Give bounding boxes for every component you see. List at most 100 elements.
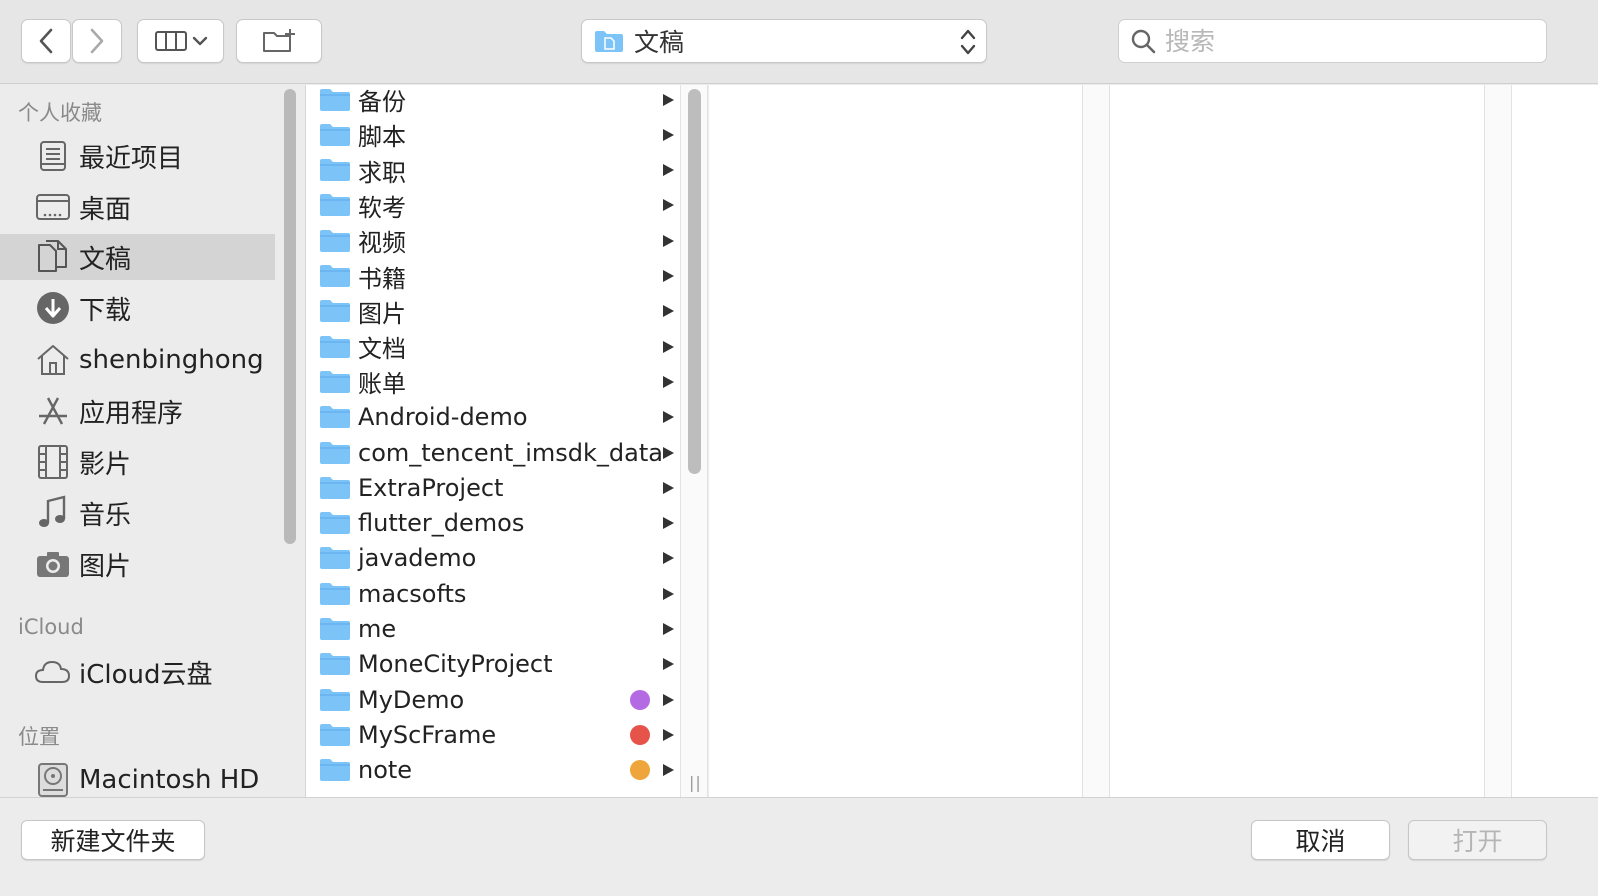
toolbar: 文稿 xyxy=(0,0,1598,84)
color-tag xyxy=(630,724,650,745)
disclosure-arrow-icon xyxy=(663,375,674,388)
file-name: Android-demo xyxy=(358,403,528,432)
list-item[interactable]: MyScFrame xyxy=(306,717,681,752)
sidebar-item-pictures[interactable]: 图片 xyxy=(0,541,275,587)
sidebar-item-label: 影片 xyxy=(79,449,132,480)
list-item[interactable]: ExtraProject xyxy=(306,470,681,505)
file-name: 视频 xyxy=(358,229,406,258)
list-item[interactable]: MyDemo xyxy=(306,682,681,717)
chevron-left-icon xyxy=(39,28,53,54)
list-item[interactable]: com_tencent_imsdk_data xyxy=(306,435,681,470)
locations-header: 位置 xyxy=(18,725,60,749)
list-item[interactable]: MoneCityProject xyxy=(306,647,681,682)
list-item[interactable]: 脚本 xyxy=(306,117,681,152)
list-item[interactable]: 文档 xyxy=(306,329,681,364)
disclosure-arrow-icon xyxy=(663,340,674,353)
sidebar-item-applications[interactable]: 应用程序 xyxy=(0,388,275,434)
folder-icon xyxy=(320,265,350,287)
list-item[interactable]: macsofts xyxy=(306,576,681,611)
folder-icon xyxy=(320,441,350,464)
list-item[interactable]: 软考 xyxy=(306,188,681,223)
folder-icon xyxy=(320,618,350,640)
list-item[interactable]: javademo xyxy=(306,541,681,576)
color-tag xyxy=(630,760,650,781)
disclosure-arrow-icon xyxy=(663,693,674,706)
camera-icon xyxy=(34,545,72,583)
file-name: note xyxy=(358,756,413,785)
search-input[interactable] xyxy=(1163,25,1527,57)
folder-icon xyxy=(320,159,350,182)
sidebar-scrollbar[interactable] xyxy=(284,89,296,544)
file-name: 软考 xyxy=(358,193,406,222)
sidebar-item-label: shenbinghong xyxy=(79,345,264,375)
back-button[interactable] xyxy=(21,19,71,63)
list-item[interactable]: note xyxy=(306,753,681,788)
disclosure-arrow-icon xyxy=(663,234,674,247)
list-item[interactable]: 图片 xyxy=(306,294,681,329)
sidebar-item-movies[interactable]: 影片 xyxy=(0,439,275,485)
list-item[interactable]: 账单 xyxy=(306,364,681,399)
sidebar-item-home[interactable]: shenbinghong xyxy=(0,337,275,383)
list-item[interactable]: 备份 xyxy=(306,85,681,117)
sidebar-item-documents[interactable]: 文稿 xyxy=(0,234,275,280)
list-item[interactable]: 书籍 xyxy=(306,259,681,294)
folder-icon xyxy=(320,476,350,499)
cancel-button[interactable]: 取消 xyxy=(1251,820,1390,860)
applications-icon xyxy=(34,392,72,430)
list-item[interactable]: 视频 xyxy=(306,223,681,258)
disclosure-arrow-icon xyxy=(663,93,674,106)
view-mode-button[interactable] xyxy=(137,19,224,63)
forward-button[interactable] xyxy=(72,19,122,63)
disclosure-arrow-icon xyxy=(663,728,674,741)
new-folder-icon xyxy=(263,29,295,52)
column-2-scrollbar-track[interactable] xyxy=(1082,85,1110,797)
folder-icon xyxy=(320,653,350,676)
sidebar-item-label: 最近项目 xyxy=(79,143,184,174)
chevron-right-icon xyxy=(90,28,104,54)
sidebar-item-desktop[interactable]: 桌面 xyxy=(0,184,275,230)
sidebar-item-music[interactable]: 音乐 xyxy=(0,490,275,536)
disclosure-arrow-icon xyxy=(663,128,674,141)
disclosure-arrow-icon xyxy=(663,199,674,212)
sidebar-item-label: iCloud云盘 xyxy=(79,659,213,690)
list-item[interactable]: flutter_demos xyxy=(306,506,681,541)
folder-icon xyxy=(320,123,350,146)
column-3-scrollbar-track[interactable] xyxy=(1484,85,1512,797)
path-label: 文稿 xyxy=(634,28,685,57)
file-name: 求职 xyxy=(358,158,406,187)
file-name: com_tencent_imsdk_data xyxy=(358,438,663,467)
sidebar-item-macintosh-hd[interactable]: Macintosh HD xyxy=(0,757,275,797)
file-name: flutter_demos xyxy=(358,509,525,538)
sidebar-item-downloads[interactable]: 下载 xyxy=(0,285,275,331)
column-1-scrollbar-track[interactable]: || xyxy=(680,85,708,797)
path-popup[interactable]: 文稿 xyxy=(581,19,987,63)
sidebar-item-icloud-drive[interactable]: iCloud云盘 xyxy=(0,649,275,695)
movies-icon xyxy=(34,443,72,481)
open-button[interactable]: 打开 xyxy=(1408,820,1547,860)
folder-icon xyxy=(320,300,350,323)
new-folder-toolbar-button[interactable] xyxy=(236,19,322,63)
folder-icon xyxy=(320,512,350,535)
new-folder-button[interactable]: 新建文件夹 xyxy=(21,820,205,860)
column-1-scrollbar-thumb[interactable] xyxy=(688,89,701,474)
column-view-icon xyxy=(154,31,187,51)
cloud-icon xyxy=(34,653,72,691)
list-item[interactable]: Android-demo xyxy=(306,400,681,435)
folder-icon xyxy=(320,370,350,393)
disclosure-arrow-icon xyxy=(663,658,674,671)
harddisk-icon xyxy=(34,761,72,797)
sidebar-item-label: Macintosh HD xyxy=(79,765,260,795)
chevron-down-icon xyxy=(192,36,207,46)
disclosure-arrow-icon xyxy=(663,623,674,635)
sidebar-item-label: 音乐 xyxy=(79,500,132,531)
file-name: 脚本 xyxy=(358,123,406,152)
recents-icon xyxy=(34,137,72,175)
list-item[interactable]: me xyxy=(306,612,681,647)
search-field[interactable] xyxy=(1118,19,1547,63)
folder-icon xyxy=(320,88,350,111)
sidebar-item-recents[interactable]: 最近项目 xyxy=(0,133,275,179)
list-item[interactable]: 求职 xyxy=(306,153,681,188)
column-resize-handle[interactable]: || xyxy=(689,773,702,792)
folder-icon xyxy=(320,688,350,711)
file-name: javademo xyxy=(358,544,477,573)
